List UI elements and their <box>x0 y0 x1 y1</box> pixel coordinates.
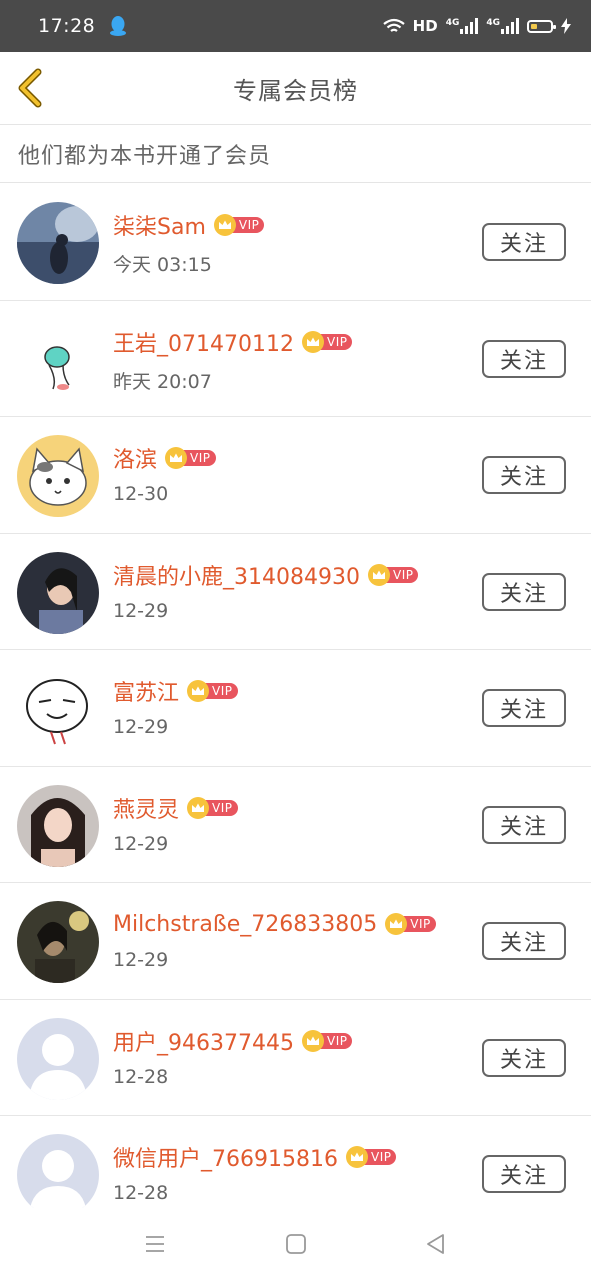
open-time: 昨天 20:07 <box>113 370 212 393</box>
open-time: 今天 03:15 <box>113 254 212 276</box>
list-item[interactable]: 微信用户_766915816 VIP 12-28 关注 <box>0 1116 591 1208</box>
crown-icon <box>345 1146 368 1168</box>
vip-badge: VIP <box>367 563 419 586</box>
member-info: 燕灵灵 VIP 12-29 <box>113 791 238 855</box>
member-name[interactable]: 柒柒Sam <box>113 209 206 241</box>
member-info: Milchstraße_726833805 VIP 12-29 <box>113 907 436 971</box>
member-name[interactable]: 燕灵灵 <box>113 792 179 824</box>
vip-badge: VIP <box>301 1029 353 1052</box>
wifi-icon <box>382 18 405 32</box>
list-item[interactable]: 洛滨 VIP 12-30 关注 <box>0 417 591 534</box>
member-list: 柒柒Sam VIP 今天 03:15 关注 王岩_071470112 VIP 昨… <box>0 184 591 1208</box>
charging-icon <box>561 18 571 34</box>
vip-badge: VIP <box>213 214 265 236</box>
open-time: 12-29 <box>113 599 169 622</box>
follow-button[interactable]: 关注 <box>482 456 566 494</box>
member-info: 用户_946377445 VIP 12-28 <box>113 1024 353 1088</box>
member-info: 柒柒Sam VIP 今天 03:15 <box>113 208 265 277</box>
member-name[interactable]: Milchstraße_726833805 <box>113 912 377 937</box>
open-time: 12-28 <box>113 1182 169 1204</box>
crown-icon <box>187 680 210 702</box>
crown-icon <box>367 563 390 586</box>
avatar[interactable] <box>17 1017 99 1100</box>
crown-icon <box>213 214 236 236</box>
crown-icon <box>301 330 324 353</box>
avatar[interactable] <box>17 202 99 284</box>
follow-button[interactable]: 关注 <box>482 339 566 378</box>
battery-icon <box>527 19 556 33</box>
open-time: 12-29 <box>113 832 169 855</box>
qq-icon <box>110 16 127 36</box>
open-time: 12-30 <box>113 483 169 505</box>
system-nav-bar <box>0 1208 591 1280</box>
open-time: 12-28 <box>113 1065 169 1088</box>
avatar[interactable] <box>17 1134 99 1208</box>
list-item[interactable]: 用户_946377445 VIP 12-28 关注 <box>0 1000 591 1116</box>
list-item[interactable]: 燕灵灵 VIP 12-29 关注 <box>0 767 591 883</box>
open-time: 12-29 <box>113 716 169 738</box>
vip-badge: VIP <box>301 330 353 353</box>
page-title: 专属会员榜 <box>233 76 358 105</box>
follow-button[interactable]: 关注 <box>482 572 566 611</box>
menu-icon[interactable] <box>143 1232 167 1256</box>
member-name[interactable]: 富苏江 <box>113 675 179 707</box>
status-time: 17:28 <box>38 15 96 37</box>
vip-badge: VIP <box>385 913 436 935</box>
follow-button[interactable]: 关注 <box>482 922 566 960</box>
hd-label: HD <box>412 17 438 35</box>
member-info: 富苏江 VIP 12-29 <box>113 674 238 738</box>
vip-badge: VIP <box>187 796 238 819</box>
title-bar: 专属会员榜 <box>0 52 591 125</box>
follow-button[interactable]: 关注 <box>482 1155 566 1193</box>
member-info: 王岩_071470112 VIP 昨天 20:07 <box>113 325 353 394</box>
member-name[interactable]: 王岩_071470112 <box>113 326 294 358</box>
member-name[interactable]: 微信用户_766915816 <box>113 1141 338 1173</box>
follow-button[interactable]: 关注 <box>482 689 566 727</box>
follow-button[interactable]: 关注 <box>482 223 566 261</box>
back-arrow-icon[interactable] <box>14 66 50 110</box>
list-item[interactable]: 王岩_071470112 VIP 昨天 20:07 关注 <box>0 301 591 417</box>
open-time: 12-29 <box>113 949 169 971</box>
avatar[interactable] <box>17 435 99 517</box>
member-info: 清晨的小鹿_314084930 VIP 12-29 <box>113 558 419 622</box>
vip-badge: VIP <box>345 1146 397 1168</box>
crown-icon <box>187 796 210 819</box>
member-name[interactable]: 洛滨 <box>113 442 157 474</box>
signal-icon-1: 4G <box>446 18 479 34</box>
signal-icon-2: 4G <box>486 18 519 34</box>
section-subtitle: 他们都为本书开通了会员 <box>0 125 591 183</box>
follow-button[interactable]: 关注 <box>482 805 566 844</box>
member-name[interactable]: 用户_946377445 <box>113 1025 294 1057</box>
status-icons: HD 4G 4G <box>382 17 571 35</box>
avatar[interactable] <box>17 784 99 867</box>
member-info: 洛滨 VIP 12-30 <box>113 441 216 505</box>
crown-icon <box>165 447 188 469</box>
avatar[interactable] <box>17 318 99 401</box>
member-name[interactable]: 清晨的小鹿_314084930 <box>113 559 360 591</box>
vip-badge: VIP <box>165 447 216 469</box>
member-info: 微信用户_766915816 VIP 12-28 <box>113 1140 397 1204</box>
avatar[interactable] <box>17 668 99 750</box>
home-icon[interactable] <box>284 1232 308 1256</box>
list-item[interactable]: 富苏江 VIP 12-29 关注 <box>0 650 591 767</box>
avatar[interactable] <box>17 901 99 983</box>
status-bar: 17:28 HD 4G 4G <box>0 0 591 52</box>
list-item[interactable]: Milchstraße_726833805 VIP 12-29 关注 <box>0 883 591 1000</box>
follow-button[interactable]: 关注 <box>482 1038 566 1077</box>
vip-badge: VIP <box>187 680 238 702</box>
list-item[interactable]: 柒柒Sam VIP 今天 03:15 关注 <box>0 184 591 301</box>
avatar[interactable] <box>17 551 99 634</box>
back-icon[interactable] <box>424 1232 448 1256</box>
crown-icon <box>301 1029 324 1052</box>
list-item[interactable]: 清晨的小鹿_314084930 VIP 12-29 关注 <box>0 534 591 650</box>
